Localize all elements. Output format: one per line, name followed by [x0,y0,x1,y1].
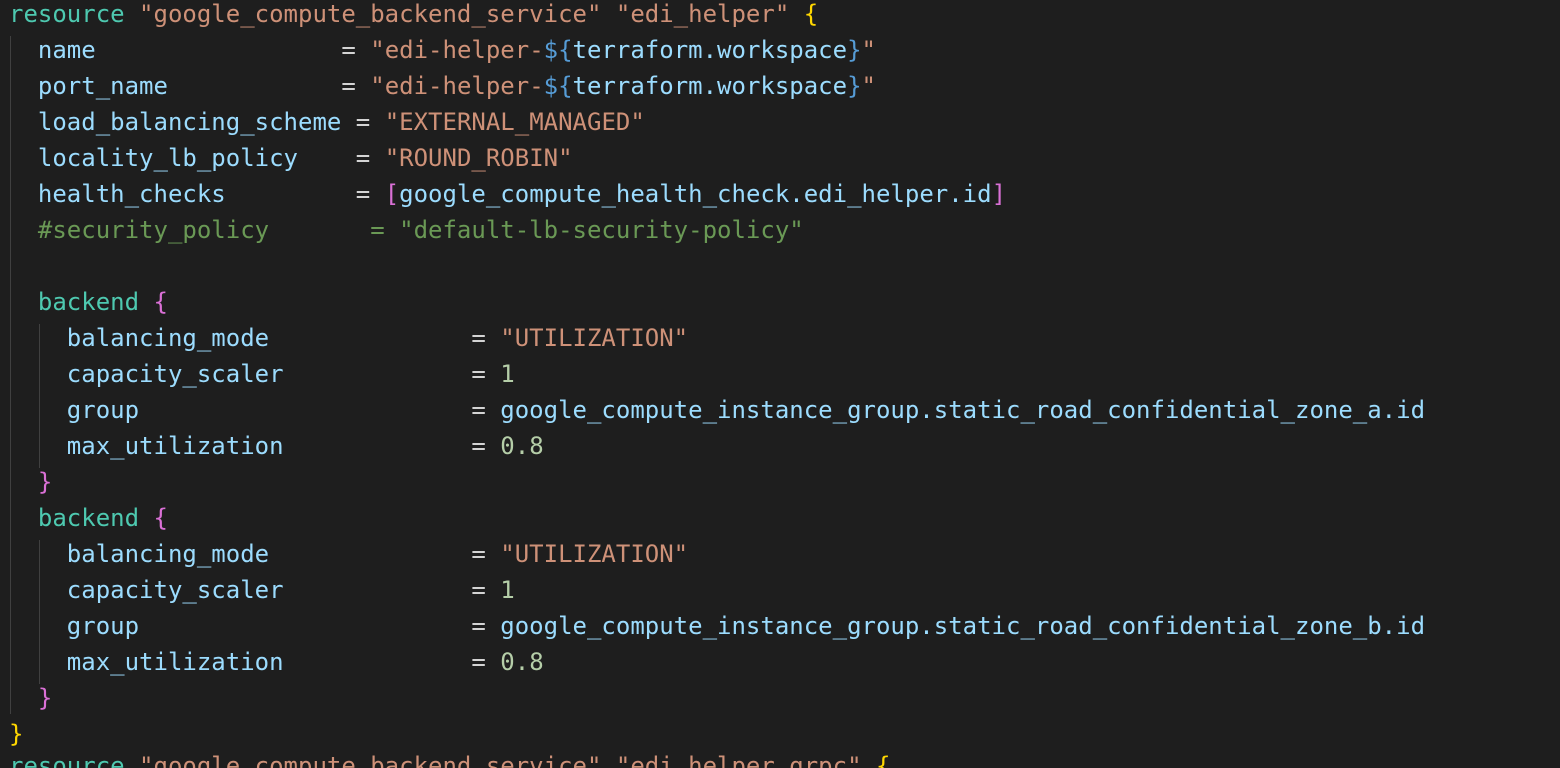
close-bracket: ] [991,180,1007,208]
attribute-name: load_balancing_scheme [37,108,342,136]
number-literal: 1 [500,576,515,604]
close-brace: } [37,468,53,496]
assign-operator: = [341,108,385,136]
attribute-name: group [66,612,140,640]
code-line[interactable]: } [9,464,52,500]
resource-name-string: "edi_helper" [615,0,790,28]
string-literal-end: " [861,36,876,64]
open-brace: { [153,288,168,316]
close-brace: } [9,720,24,748]
attribute-name: balancing_mode [66,324,270,352]
attribute-name: balancing_mode [66,540,270,568]
code-line[interactable]: load_balancing_scheme = "EXTERNAL_MANAGE… [9,104,645,140]
code-line[interactable]: health_checks = [google_compute_health_c… [9,176,1006,212]
resource-name-string: "edi_helper_grpc" [615,752,862,768]
code-line[interactable]: #security_policy = "default-lb-security-… [9,212,804,248]
interpolation-reference: terraform.workspace [572,72,848,100]
assign-operator: = [95,36,371,64]
backend-keyword: backend [37,504,140,532]
attribute-name: name [37,36,96,64]
attribute-name: health_checks [37,180,226,208]
code-line[interactable]: capacity_scaler = 1 [9,356,515,392]
assign-operator: = [283,576,501,604]
attribute-name: locality_lb_policy [37,144,298,172]
attribute-name: port_name [37,72,168,100]
assign-operator: = [283,648,501,676]
assign-operator: = [283,432,501,460]
open-bracket: [ [384,180,400,208]
resource-keyword: resource [9,0,125,28]
resource-keyword: resource [9,752,125,768]
open-brace: { [803,0,819,28]
attribute-name: max_utilization [66,648,284,676]
string-literal: "UTILIZATION" [500,540,689,568]
assign-operator: = [139,612,501,640]
close-brace: } [37,684,53,712]
attribute-name: capacity_scaler [66,576,284,604]
open-brace: { [153,504,168,532]
assign-operator: = [298,144,385,172]
code-line[interactable]: } [9,716,23,752]
code-line[interactable]: } [9,680,52,716]
resource-type-string: "google_compute_backend_service" [139,752,602,768]
string-literal: "UTILIZATION" [500,324,689,352]
number-literal: 0.8 [500,648,544,676]
code-line[interactable]: port_name = "edi-helper-${terraform.work… [9,68,876,104]
code-line[interactable]: max_utilization = 0.8 [9,428,544,464]
attribute-name: group [66,396,140,424]
interpolation-close: } [847,72,862,100]
assign-operator: = [269,540,501,568]
code-editor[interactable]: resource "google_compute_backend_service… [0,0,1560,768]
attribute-name: capacity_scaler [66,360,284,388]
interpolation-reference: terraform.workspace [572,36,848,64]
code-line[interactable]: resource "google_compute_backend_service… [9,748,890,768]
assign-operator: = [225,180,385,208]
assign-operator: = [283,360,501,388]
interpolation-open: ${ [543,36,573,64]
string-literal: "edi-helper- [370,36,544,64]
string-literal: "ROUND_ROBIN" [384,144,573,172]
code-line[interactable]: group = google_compute_instance_group.st… [9,608,1425,644]
comment: #security_policy = "default-lb-security-… [37,216,804,244]
code-line[interactable]: locality_lb_policy = "ROUND_ROBIN" [9,140,573,176]
assign-operator: = [139,396,501,424]
number-literal: 0.8 [500,432,544,460]
open-brace: { [875,752,891,768]
code-line[interactable]: name = "edi-helper-${terraform.workspace… [9,32,876,68]
number-literal: 1 [500,360,515,388]
reference-value: google_compute_instance_group.static_roa… [500,396,1426,424]
interpolation-open: ${ [543,72,573,100]
code-line[interactable]: group = google_compute_instance_group.st… [9,392,1425,428]
attribute-name: max_utilization [66,432,284,460]
reference-value: google_compute_instance_group.static_roa… [500,612,1426,640]
string-literal-end: " [861,72,876,100]
assign-operator: = [167,72,371,100]
code-line[interactable]: backend { [9,500,168,536]
resource-type-string: "google_compute_backend_service" [139,0,602,28]
interpolation-close: } [847,36,862,64]
backend-keyword: backend [37,288,140,316]
code-line[interactable]: backend { [9,284,168,320]
code-line[interactable]: capacity_scaler = 1 [9,572,515,608]
code-line[interactable]: resource "google_compute_backend_service… [9,0,818,32]
code-line[interactable]: balancing_mode = "UTILIZATION" [9,320,688,356]
reference-value: google_compute_health_check.edi_helper.i… [399,180,992,208]
code-line[interactable]: max_utilization = 0.8 [9,644,544,680]
string-literal: "EXTERNAL_MANAGED" [384,108,645,136]
code-line[interactable]: balancing_mode = "UTILIZATION" [9,536,688,572]
string-literal: "edi-helper- [370,72,544,100]
assign-operator: = [269,324,501,352]
